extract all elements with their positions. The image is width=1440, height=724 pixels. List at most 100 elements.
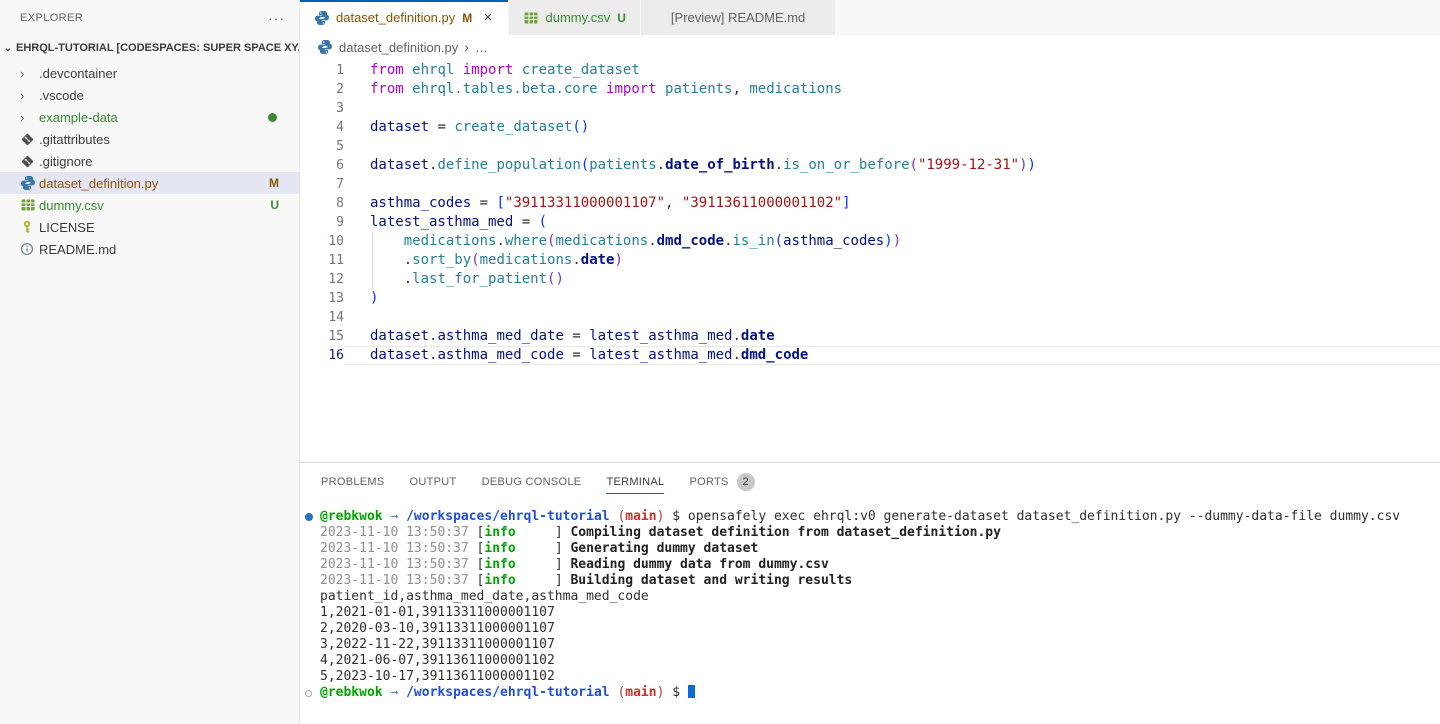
command-prompt-decoration-icon[interactable] [305, 690, 312, 697]
code-line-5[interactable]: 5 [300, 137, 1440, 156]
git-status-badge: U [270, 198, 279, 212]
terminal[interactable]: @rebkwok → /workspaces/ehrql-tutorial (m… [300, 501, 1440, 724]
code-line-13[interactable]: 13) [300, 289, 1440, 308]
file-label: example-data [39, 110, 118, 125]
bottom-panel: PROBLEMS OUTPUT DEBUG CONSOLE TERMINAL PORTS… [300, 462, 1440, 724]
terminal-line: 2023-11-10 13:50:37 [info ] Generating d… [300, 541, 1440, 557]
code-text [344, 308, 1440, 327]
python-icon [317, 39, 333, 55]
file-item-dummy-csv[interactable]: dummy.csvU [0, 194, 299, 216]
explorer-title: EXPLORER [20, 12, 268, 24]
indent-guide [372, 232, 373, 289]
line-number: 11 [300, 251, 344, 270]
line-number: 16 [300, 346, 344, 365]
tab-preview-readme-md[interactable]: [Preview] README.md [641, 0, 836, 35]
panel-tab-bar: PROBLEMS OUTPUT DEBUG CONSOLE TERMINAL PORTS… [300, 463, 1440, 501]
ports-count-badge: 2 [737, 473, 755, 491]
git-icon [20, 154, 37, 169]
tab-git-status-badge: M [462, 11, 472, 25]
panel-tab-problems[interactable]: PROBLEMS [321, 463, 385, 501]
file-item-gitattributes[interactable]: .gitattributes [0, 128, 299, 150]
code-text: .last_for_patient() [344, 270, 1440, 289]
code-text [344, 175, 1440, 194]
code-editor[interactable]: 1from ehrql import create_dataset2from e… [300, 59, 1440, 462]
chevron-right-icon: › [20, 110, 37, 125]
breadcrumb-file: dataset_definition.py [339, 40, 458, 55]
info-icon [20, 242, 37, 256]
file-item-dataset-definition-py[interactable]: dataset_definition.pyM [0, 172, 299, 194]
file-item-license[interactable]: LICENSE [0, 216, 299, 238]
git-icon [20, 132, 37, 147]
code-text: latest_asthma_med = ( [344, 213, 1440, 232]
close-icon[interactable]: ✕ [481, 10, 494, 25]
more-actions-icon[interactable]: ··· [268, 10, 285, 26]
code-text: ) [344, 289, 1440, 308]
panel-tab-output[interactable]: OUTPUT [410, 463, 457, 501]
code-text: from ehrql import create_dataset [344, 61, 1440, 80]
code-line-8[interactable]: 8asthma_codes = ["39113311000001107", "3… [300, 194, 1440, 213]
python-icon [20, 175, 37, 191]
file-label: LICENSE [39, 220, 95, 235]
file-item-devcontainer[interactable]: ›.devcontainer [0, 62, 299, 84]
chevron-right-icon: › [20, 66, 37, 81]
panel-tab-terminal[interactable]: TERMINAL [606, 463, 664, 501]
line-number: 10 [300, 232, 344, 251]
code-text: dataset.asthma_med_code = latest_asthma_… [344, 346, 1440, 365]
terminal-line: 4,2021-06-07,39113611000001102 [300, 653, 1440, 669]
file-item-vscode[interactable]: ›.vscode [0, 84, 299, 106]
panel-tab-debug-console[interactable]: DEBUG CONSOLE [482, 463, 582, 501]
line-number: 9 [300, 213, 344, 232]
terminal-line: 1,2021-01-01,39113311000001107 [300, 605, 1440, 621]
command-executed-decoration-icon[interactable] [305, 513, 313, 521]
breadcrumb[interactable]: dataset_definition.py › … [300, 35, 1440, 59]
line-number: 7 [300, 175, 344, 194]
tab-dummy-csv[interactable]: dummy.csvU [509, 0, 640, 35]
code-line-12[interactable]: 12 .last_for_patient() [300, 270, 1440, 289]
code-text: medications.where(medications.dmd_code.i… [344, 232, 1440, 251]
file-item-gitignore[interactable]: .gitignore [0, 150, 299, 172]
code-line-10[interactable]: 10 medications.where(medications.dmd_cod… [300, 232, 1440, 251]
file-item-example-data[interactable]: ›example-data [0, 106, 299, 128]
changes-dot-badge [268, 113, 277, 122]
tab-git-status-badge: U [617, 11, 626, 25]
terminal-line: 2023-11-10 13:50:37 [info ] Building dat… [300, 573, 1440, 589]
code-text: dataset = create_dataset() [344, 118, 1440, 137]
terminal-line: 2,2020-03-10,39113311000001107 [300, 621, 1440, 637]
tab-dataset-definition-py[interactable]: dataset_definition.py M ✕ [300, 0, 509, 35]
code-line-2[interactable]: 2from ehrql.tables.beta.core import pati… [300, 80, 1440, 99]
workspace-section-header[interactable]: ⌄ EHRQL-TUTORIAL [CODESPACES: SUPER SPAC… [0, 36, 299, 60]
chevron-right-icon: › [464, 39, 469, 55]
file-tree: ›.devcontainer›.vscode›example-data.gita… [0, 60, 299, 260]
line-number: 14 [300, 308, 344, 327]
code-text: dataset.define_population(patients.date_… [344, 156, 1440, 175]
code-line-9[interactable]: 9latest_asthma_med = ( [300, 213, 1440, 232]
line-number: 8 [300, 194, 344, 213]
line-number: 3 [300, 99, 344, 118]
code-line-16[interactable]: 16dataset.asthma_med_code = latest_asthm… [300, 346, 1440, 365]
file-label: README.md [39, 242, 116, 257]
code-line-11[interactable]: 11 .sort_by(medications.date) [300, 251, 1440, 270]
file-item-readme-md[interactable]: README.md [0, 238, 299, 260]
terminal-line: @rebkwok → /workspaces/ehrql-tutorial (m… [300, 685, 1440, 701]
code-line-15[interactable]: 15dataset.asthma_med_date = latest_asthm… [300, 327, 1440, 346]
code-text: from ehrql.tables.beta.core import patie… [344, 80, 1440, 99]
code-text: .sort_by(medications.date) [344, 251, 1440, 270]
code-text [344, 137, 1440, 156]
breadcrumb-more: … [475, 40, 488, 55]
code-line-1[interactable]: 1from ehrql import create_dataset [300, 61, 1440, 80]
panel-tab-ports[interactable]: PORTS2 [689, 463, 754, 501]
file-label: dataset_definition.py [39, 176, 158, 191]
code-line-6[interactable]: 6dataset.define_population(patients.date… [300, 156, 1440, 175]
explorer-sidebar: EXPLORER ··· ⌄ EHRQL-TUTORIAL [CODESPACE… [0, 0, 300, 724]
code-text [344, 99, 1440, 118]
code-line-3[interactable]: 3 [300, 99, 1440, 118]
tab-label: dataset_definition.py [336, 10, 455, 25]
code-text: asthma_codes = ["39113311000001107", "39… [344, 194, 1440, 213]
code-line-14[interactable]: 14 [300, 308, 1440, 327]
line-number: 15 [300, 327, 344, 346]
code-line-7[interactable]: 7 [300, 175, 1440, 194]
code-line-4[interactable]: 4dataset = create_dataset() [300, 118, 1440, 137]
code-text: dataset.asthma_med_date = latest_asthma_… [344, 327, 1440, 346]
tab-label: [Preview] README.md [671, 10, 805, 25]
chevron-right-icon: › [20, 88, 37, 103]
